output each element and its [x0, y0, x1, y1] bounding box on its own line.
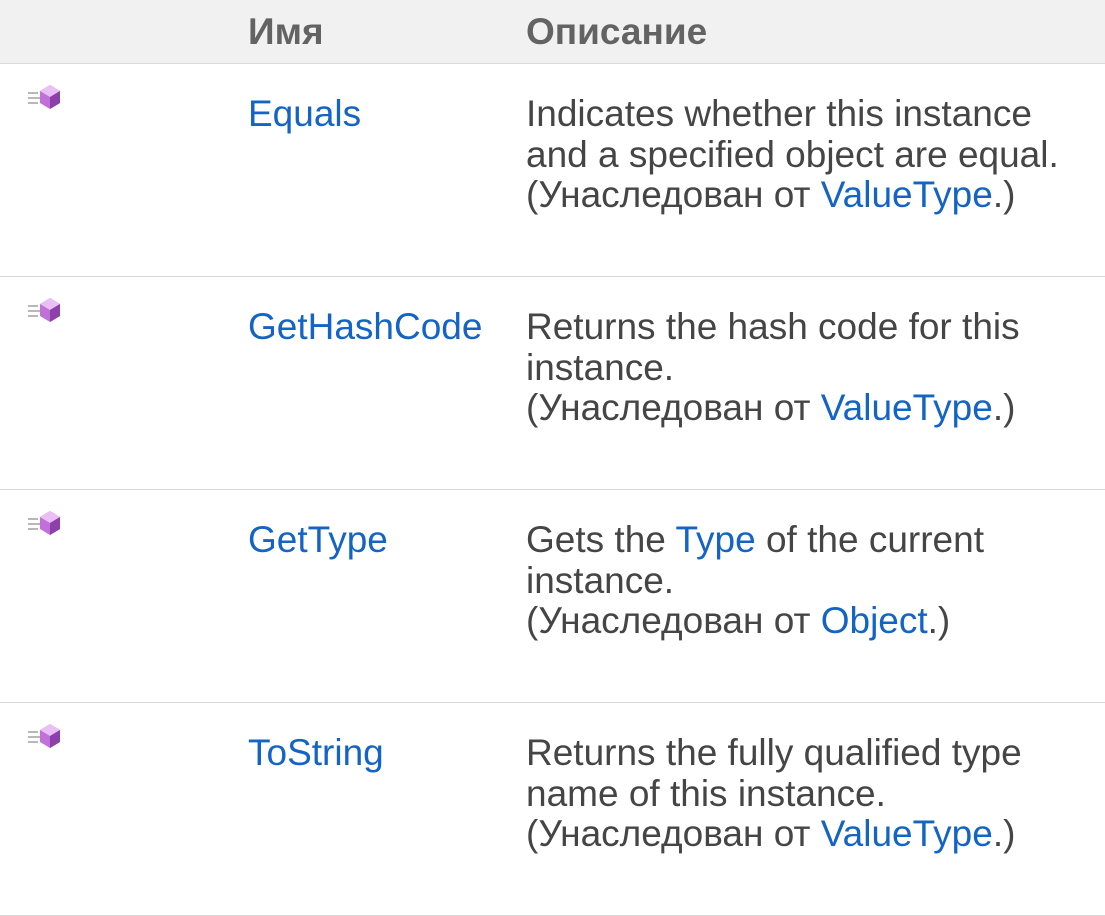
- public-method-icon: [26, 722, 66, 750]
- inherited-prefix: (Унаследован от: [526, 600, 821, 641]
- row-icon-cell: [0, 276, 248, 490]
- inherited-type-link[interactable]: ValueType: [821, 813, 993, 854]
- row-description-cell: Returns the fully qualified type name of…: [517, 702, 1105, 916]
- method-description-before: Gets the: [526, 519, 676, 560]
- method-link-equals[interactable]: Equals: [248, 93, 361, 134]
- row-icon-cell: [0, 702, 248, 916]
- header-name: Имя: [248, 0, 517, 64]
- inherited-prefix: (Унаследован от: [526, 174, 821, 215]
- inherited-type-link[interactable]: Object: [821, 600, 928, 641]
- inherited-prefix: (Унаследован от: [526, 813, 821, 854]
- method-link-gethashcode[interactable]: GetHashCode: [248, 306, 482, 347]
- members-table: Имя Описание Equals Indicates whether th…: [0, 0, 1105, 916]
- row-icon-cell: [0, 63, 248, 277]
- method-description: Indicates whether this instance and a sp…: [526, 93, 1059, 175]
- method-description: Returns the fully qualified type name of…: [526, 732, 1022, 814]
- table-row: Equals Indicates whether this instance a…: [0, 63, 1105, 277]
- row-description-cell: Returns the hash code for this instance.…: [517, 276, 1105, 490]
- row-description-cell: Indicates whether this instance and a sp…: [517, 63, 1105, 277]
- inherited-suffix: .): [992, 174, 1016, 215]
- inherited-type-link[interactable]: ValueType: [821, 387, 993, 428]
- inherited-suffix: .): [992, 387, 1016, 428]
- method-description: Returns the hash code for this instance.: [526, 306, 1020, 388]
- row-name-cell: ToString: [248, 702, 517, 916]
- table-header-row: Имя Описание: [0, 0, 1105, 64]
- method-link-gettype[interactable]: GetType: [248, 519, 388, 560]
- table-row: ToString Returns the fully qualified typ…: [0, 702, 1105, 916]
- inherited-prefix: (Унаследован от: [526, 387, 821, 428]
- table-row: GetType Gets the Type of the current ins…: [0, 489, 1105, 703]
- type-link[interactable]: Type: [675, 519, 755, 560]
- inherited-type-link[interactable]: ValueType: [821, 174, 993, 215]
- inherited-suffix: .): [927, 600, 951, 641]
- row-name-cell: Equals: [248, 63, 517, 277]
- public-method-icon: [26, 83, 66, 111]
- inherited-suffix: .): [992, 813, 1016, 854]
- row-name-cell: GetType: [248, 489, 517, 703]
- public-method-icon: [26, 296, 66, 324]
- row-name-cell: GetHashCode: [248, 276, 517, 490]
- table-row: GetHashCode Returns the hash code for th…: [0, 276, 1105, 490]
- header-description: Описание: [517, 0, 1105, 64]
- public-method-icon: [26, 509, 66, 537]
- method-link-tostring[interactable]: ToString: [248, 732, 384, 773]
- row-icon-cell: [0, 489, 248, 703]
- row-description-cell: Gets the Type of the current instance. (…: [517, 489, 1105, 703]
- header-icon-column: [0, 0, 248, 64]
